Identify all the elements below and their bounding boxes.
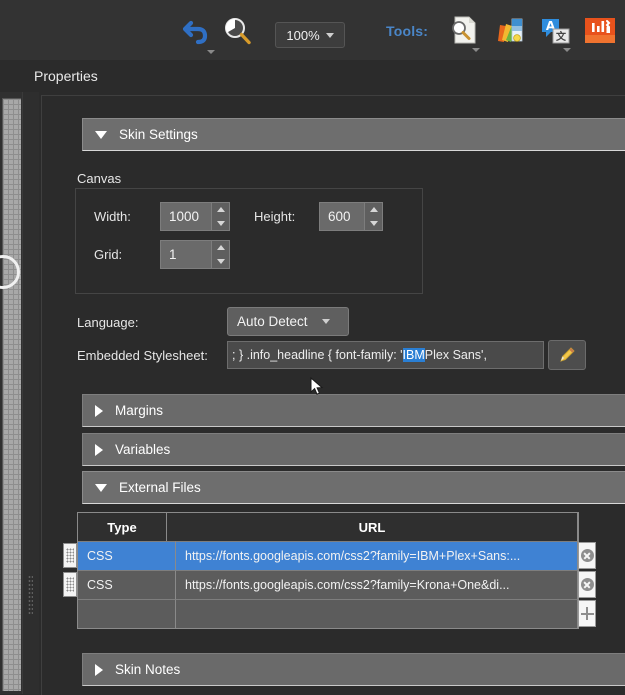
height-label: Height: — [254, 209, 296, 224]
section-header-external-files[interactable]: External Files — [82, 471, 625, 504]
x-mark — [580, 578, 594, 591]
height-increment-button[interactable] — [365, 203, 382, 217]
chevron-down-icon — [325, 32, 334, 38]
section-header-variables[interactable]: Variables — [82, 433, 625, 466]
plus-icon[interactable] — [578, 600, 596, 627]
zoom-level-value: 100% — [286, 27, 320, 43]
section-title-external-files: External Files — [119, 480, 201, 495]
document-inspector-icon[interactable] — [447, 13, 481, 52]
grid-label: Grid: — [94, 247, 123, 262]
top-toolbar: 100% Tools: A 文 — [0, 0, 625, 60]
chevron-collapsed-icon — [95, 443, 103, 456]
width-increment-button[interactable] — [212, 203, 229, 217]
table-header-row: Type URL — [78, 513, 578, 541]
plus-mark — [580, 607, 594, 620]
chevron-down-icon — [321, 319, 330, 324]
delete-circle-icon[interactable] — [578, 542, 596, 569]
drag-grip-icon[interactable] — [63, 572, 77, 597]
cell-url-empty[interactable] — [176, 599, 578, 628]
section-header-skin-notes[interactable]: Skin Notes — [82, 653, 625, 686]
table-row-empty[interactable] — [78, 599, 596, 628]
height-decrement-button[interactable] — [365, 217, 382, 231]
canvas-group-label: Canvas — [77, 171, 122, 186]
arrow-down-icon — [369, 220, 378, 226]
cell-type[interactable]: CSS — [78, 570, 176, 599]
section-title-skin-settings: Skin Settings — [119, 127, 198, 142]
page-title: Properties — [34, 68, 98, 84]
arrow-up-icon — [369, 207, 378, 213]
translate-icon[interactable]: A 文 — [538, 13, 572, 52]
stylesheet-text-before: ; } .info_headline { font-family: ' — [232, 348, 403, 362]
undo-arrow-icon[interactable] — [176, 13, 216, 54]
chevron-collapsed-icon — [95, 404, 103, 417]
drag-grip-icon[interactable] — [63, 543, 77, 568]
cell-type[interactable]: CSS — [78, 541, 176, 570]
table-row[interactable]: CSS https://fonts.googleapis.com/css2?fa… — [63, 541, 596, 570]
height-value[interactable]: 600 — [320, 203, 364, 230]
height-stepper[interactable]: 600 — [319, 202, 383, 231]
grid-stepper-arrows[interactable] — [211, 241, 229, 268]
svg-text:文: 文 — [556, 30, 567, 43]
arrow-up-icon — [216, 245, 225, 251]
external-files-table: Type URL CSS https://fonts.googleapis.co… — [63, 512, 596, 629]
edit-stylesheet-button[interactable] — [548, 340, 586, 370]
zoom-level-dropdown[interactable]: 100% — [275, 22, 345, 48]
arrow-up-icon — [216, 207, 225, 213]
grid-value[interactable]: 1 — [161, 241, 211, 268]
canvas-grid-pattern — [2, 98, 21, 691]
toolbox-icon[interactable] — [583, 13, 617, 47]
width-value[interactable]: 1000 — [161, 203, 211, 230]
cell-url[interactable]: https://fonts.googleapis.com/css2?family… — [176, 541, 578, 570]
x-mark — [580, 549, 594, 562]
undo-dropdown-arrow-icon[interactable] — [207, 50, 215, 54]
canvas-preview-strip[interactable] — [0, 92, 23, 694]
chevron-expanded-icon — [95, 483, 107, 492]
delete-circle-icon[interactable] — [578, 571, 596, 598]
section-title-variables: Variables — [115, 442, 171, 457]
table-row[interactable]: CSS https://fonts.googleapis.com/css2?fa… — [63, 570, 596, 599]
magnifier-icon[interactable] — [219, 13, 255, 49]
grid-stepper[interactable]: 1 — [160, 240, 230, 269]
language-label: Language: — [77, 315, 139, 330]
width-stepper-arrows[interactable] — [211, 203, 229, 230]
arrow-down-icon — [216, 258, 225, 264]
chevron-expanded-icon — [95, 130, 107, 139]
cell-type-empty[interactable] — [78, 599, 176, 628]
stylesheet-text-after: Plex Sans', — [424, 348, 487, 362]
grid-decrement-button[interactable] — [212, 255, 229, 269]
cell-url[interactable]: https://fonts.googleapis.com/css2?family… — [176, 570, 578, 599]
section-header-margins[interactable]: Margins — [82, 394, 625, 427]
tool-dropdown-arrow-icon[interactable] — [563, 48, 571, 52]
height-stepper-arrows[interactable] — [364, 203, 382, 230]
chevron-collapsed-icon — [95, 663, 103, 676]
splitter-grip-icon[interactable] — [28, 575, 33, 615]
embedded-stylesheet-input[interactable]: ; } .info_headline { font-family: ' IBM P… — [227, 341, 544, 369]
tools-label: Tools: — [386, 23, 429, 39]
canvas-settings-group: Width: 1000 Height: 600 Grid: 1 — [75, 188, 423, 294]
arrow-down-icon — [216, 220, 225, 226]
properties-panel: Skin Settings Canvas Width: 1000 Height:… — [41, 95, 625, 695]
pencil-icon — [560, 347, 575, 362]
grid-increment-button[interactable] — [212, 241, 229, 255]
grip-dots — [66, 548, 74, 563]
section-title-skin-notes: Skin Notes — [115, 662, 181, 677]
tool-dropdown-arrow-icon[interactable] — [472, 48, 480, 52]
embedded-stylesheet-label: Embedded Stylesheet: — [77, 348, 208, 363]
color-palette-icon[interactable] — [493, 13, 527, 47]
width-label: Width: — [94, 209, 131, 224]
stylesheet-text-selected: IBM — [402, 348, 425, 362]
language-value: Auto Detect — [237, 314, 308, 329]
grip-dots — [66, 577, 74, 592]
width-stepper[interactable]: 1000 — [160, 202, 230, 231]
column-header-url: URL — [167, 513, 578, 541]
section-title-margins: Margins — [115, 403, 164, 418]
section-header-skin-settings[interactable]: Skin Settings — [82, 118, 625, 151]
width-decrement-button[interactable] — [212, 217, 229, 231]
language-dropdown[interactable]: Auto Detect — [227, 307, 349, 336]
column-header-type: Type — [78, 513, 167, 541]
